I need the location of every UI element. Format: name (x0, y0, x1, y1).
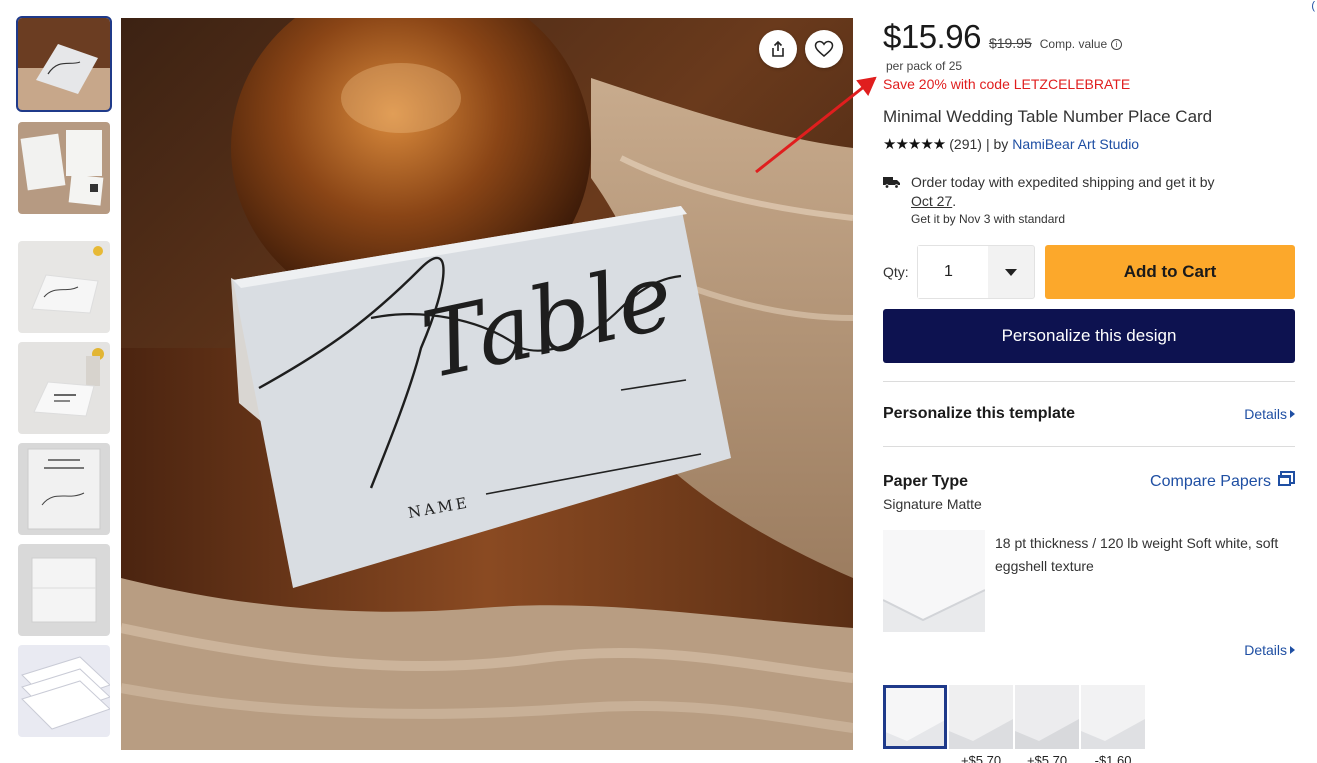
paper-swatch-3[interactable] (1015, 685, 1079, 749)
star-rating-icon[interactable]: ★★★★★ (883, 135, 946, 153)
paper-details-link[interactable]: Details (1244, 642, 1295, 658)
heart-icon (814, 40, 834, 58)
paper-swatch-4[interactable] (1081, 685, 1145, 749)
divider (883, 381, 1295, 382)
comp-value-label: Comp. value (1039, 37, 1108, 51)
compare-papers-link[interactable]: Compare Papers (1150, 471, 1295, 492)
paper-details-row: Details (883, 642, 1295, 660)
promo-code-text: Save 20% with code LETZCELEBRATE (883, 76, 1131, 92)
swatch-price: +$5.70 (1026, 753, 1068, 763)
template-details-link[interactable]: Details (1244, 406, 1295, 422)
thumbnail-image (18, 18, 110, 110)
store-link[interactable]: NamiBear Art Studio (1012, 136, 1139, 152)
selected-paper: Signature Matte (883, 496, 982, 512)
price: $15.96 (883, 18, 981, 55)
personalize-template-row: Personalize this template Details (883, 405, 1295, 423)
thumbnail-image (18, 645, 110, 737)
product-title: Minimal Wedding Table Number Place Card (883, 107, 1213, 126)
paper-swatches (883, 685, 1145, 749)
shipping-info: Order today with expedited shipping and … (883, 173, 1295, 227)
price-row: $15.96 $19.95 Comp. value i (883, 18, 1295, 58)
thumbnail-5[interactable] (18, 443, 110, 535)
swatch-price: +$5.70 (960, 753, 1002, 763)
pack-size: per pack of 25 (886, 59, 963, 73)
divider (883, 446, 1295, 447)
shipping-line: Order today with expedited shipping and … (911, 174, 1215, 190)
paper-info: 18 pt thickness / 120 lb weight Soft whi… (883, 530, 1295, 632)
thumbnail-4[interactable] (18, 342, 110, 434)
share-button[interactable] (759, 30, 797, 68)
paper-texture-image (883, 530, 985, 632)
paper-swatch-1[interactable] (883, 685, 947, 749)
personalize-template-title: Personalize this template (883, 405, 1076, 422)
swatch-price (883, 753, 947, 763)
share-icon (770, 40, 786, 58)
compare-icon (1277, 471, 1295, 492)
compare-price: $19.95 (988, 35, 1032, 51)
product-details-panel: $15.96 $19.95 Comp. value i per pack of … (883, 18, 1295, 763)
caret-right-icon (1290, 646, 1295, 654)
thumbnail-image (18, 443, 110, 535)
swatch-price: -$1.60 (1094, 753, 1132, 763)
cart-row: Qty: Add to Cart (883, 245, 1295, 299)
edge-fragment: ( (1311, 0, 1315, 12)
product-main-image[interactable]: Table NAME (121, 18, 853, 750)
paper-type-title: Paper Type (883, 472, 969, 490)
shipping-date-line: Oct 27. (911, 193, 957, 209)
quantity-input[interactable] (918, 246, 988, 298)
qty-label: Qty: (883, 264, 909, 280)
favorite-button[interactable] (805, 30, 843, 68)
thumbnail-2[interactable] (18, 122, 110, 214)
thumbnail-6[interactable] (18, 544, 110, 636)
by-label: | by (985, 136, 1009, 152)
personalize-design-button[interactable]: Personalize this design (883, 309, 1295, 363)
chevron-down-icon[interactable] (988, 268, 1034, 276)
thumbnail-3[interactable] (18, 241, 110, 333)
thumbnail-7[interactable] (18, 645, 110, 737)
place-card-photo: Table NAME (121, 18, 853, 750)
paper-swatch-2[interactable] (949, 685, 1013, 749)
caret-right-icon (1290, 410, 1295, 418)
add-to-cart-button[interactable]: Add to Cart (1045, 245, 1295, 299)
comp-value[interactable]: Comp. value i (1039, 37, 1123, 51)
review-count[interactable]: (291) (949, 136, 982, 152)
thumbnail-1[interactable] (16, 16, 112, 112)
rating-row: ★★★★★ (291) | by NamiBear Art Studio (883, 135, 1295, 153)
delivery-date-link[interactable]: Oct 27 (911, 193, 952, 209)
info-icon[interactable]: i (1111, 38, 1123, 50)
thumbnail-image (18, 122, 110, 214)
thumbnail-image (18, 342, 110, 434)
quantity-selector[interactable] (917, 245, 1035, 299)
swatch-prices: +$5.70 +$5.70 -$1.60 (883, 753, 1145, 763)
thumbnail-image (18, 241, 110, 333)
paper-type-row: Paper Type Compare Papers (883, 471, 1295, 492)
standard-shipping-text: Get it by Nov 3 with standard (911, 212, 1066, 226)
truck-icon (883, 173, 901, 227)
thumbnail-image (18, 544, 110, 636)
paper-description: 18 pt thickness / 120 lb weight Soft whi… (995, 535, 1279, 574)
